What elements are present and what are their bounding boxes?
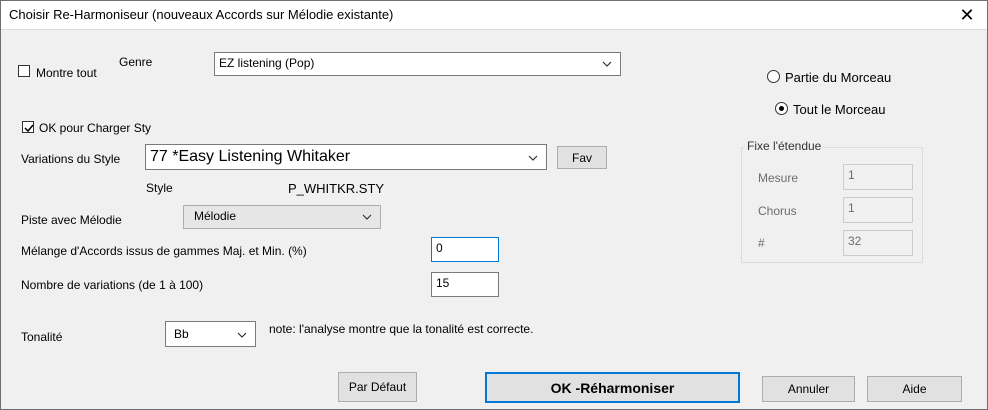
key-analysis-note: note: l'analyse montre que la tonalité e…: [269, 322, 534, 336]
genre-value: EZ listening (Pop): [219, 56, 315, 70]
num-variations-input[interactable]: 15: [431, 272, 499, 297]
count-value: 32: [848, 234, 862, 248]
default-button[interactable]: Par Défaut: [338, 372, 417, 402]
range-group-title: Fixe l'étendue: [745, 139, 824, 153]
reharmonizer-dialog: Choisir Re-Harmoniseur (nouveaux Accords…: [0, 0, 988, 410]
chevron-down-icon: [362, 214, 372, 220]
style-variations-label: Variations du Style: [21, 152, 121, 166]
melody-track-select[interactable]: Mélodie: [183, 205, 381, 229]
chorus-value: 1: [848, 201, 855, 215]
melody-track-label: Piste avec Mélodie: [21, 213, 122, 227]
chord-mix-input[interactable]: 0: [431, 237, 499, 262]
bar-input[interactable]: 1: [843, 164, 913, 190]
chord-mix-label: Mélange d'Accords issus de gammes Maj. e…: [21, 244, 307, 258]
melody-track-value: Mélodie: [194, 209, 237, 223]
count-label: #: [758, 236, 765, 250]
bar-label: Mesure: [758, 171, 799, 185]
radio-selected-dot: [779, 106, 784, 111]
ok-load-sty-checkbox[interactable]: [22, 121, 34, 133]
whole-song-label: Tout le Morceau: [793, 102, 886, 117]
genre-select[interactable]: EZ listening (Pop): [214, 52, 621, 76]
style-file-value: P_WHITKR.STY: [288, 181, 385, 196]
num-variations-label: Nombre de variations (de 1 à 100): [21, 278, 204, 292]
show-all-label: Montre tout: [36, 66, 97, 80]
chevron-down-icon: [528, 155, 538, 161]
show-all-checkbox[interactable]: [18, 65, 30, 77]
chorus-label: Chorus: [758, 204, 797, 218]
help-button-label: Aide: [902, 382, 927, 396]
key-select[interactable]: Bb: [165, 321, 256, 347]
count-input[interactable]: 32: [843, 230, 913, 256]
chevron-down-icon: [237, 332, 247, 338]
cancel-button[interactable]: Annuler: [762, 376, 855, 402]
style-file-label: Style: [146, 181, 173, 195]
key-value: Bb: [174, 327, 189, 341]
bar-value: 1: [848, 168, 855, 182]
whole-song-radio[interactable]: [775, 102, 788, 115]
close-button[interactable]: ✕: [947, 1, 987, 29]
fav-button[interactable]: Fav: [557, 146, 607, 169]
ok-reharmonize-button[interactable]: OK -Réharmoniser: [485, 372, 740, 403]
chord-mix-value: 0: [436, 241, 443, 255]
title-bar: Choisir Re-Harmoniseur (nouveaux Accords…: [1, 1, 987, 30]
chevron-down-icon: [602, 61, 612, 67]
style-variations-select[interactable]: 77 *Easy Listening Whitaker: [145, 144, 547, 170]
help-button[interactable]: Aide: [867, 376, 962, 402]
genre-label: Genre: [119, 55, 153, 69]
checkmark-icon: [24, 124, 34, 133]
chorus-input[interactable]: 1: [843, 197, 913, 223]
key-label: Tonalité: [21, 330, 63, 344]
dialog-title: Choisir Re-Harmoniseur (nouveaux Accords…: [9, 7, 394, 22]
default-button-label: Par Défaut: [348, 380, 407, 394]
part-of-song-radio[interactable]: [767, 70, 780, 83]
ok-load-sty-label: OK pour Charger Sty: [39, 121, 152, 135]
cancel-button-label: Annuler: [787, 382, 830, 396]
ok-reharmonize-label: OK -Réharmoniser: [550, 379, 675, 396]
fav-button-label: Fav: [571, 150, 592, 165]
close-icon: ✕: [959, 4, 975, 25]
part-of-song-label: Partie du Morceau: [785, 70, 892, 85]
num-variations-value: 15: [436, 276, 450, 290]
style-variations-value: 77 *Easy Listening Whitaker: [150, 148, 351, 165]
